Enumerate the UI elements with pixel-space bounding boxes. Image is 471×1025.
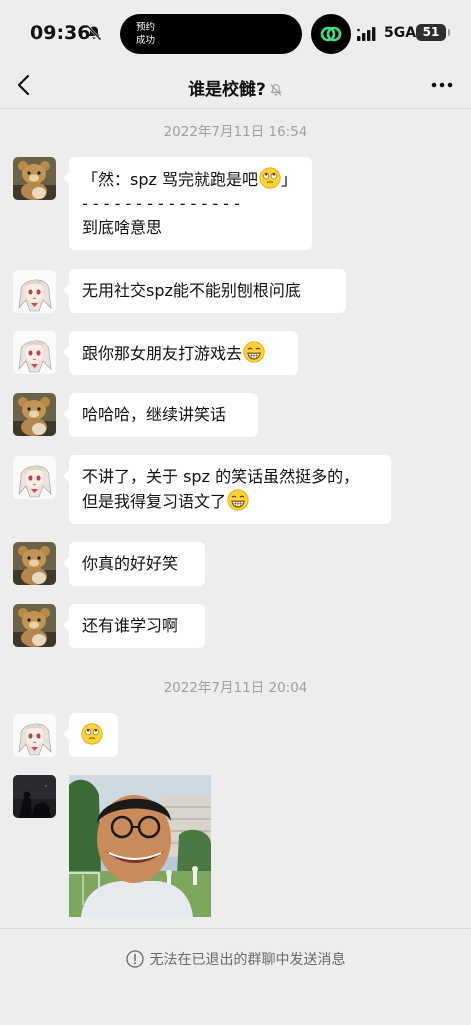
message-bubble[interactable]: 不讲了，关于 spz 的笑话虽然挺多的， 但是我得复习语文了 <box>63 455 391 524</box>
message-text: 到底啥意思 <box>82 218 163 237</box>
message-text: 还有谁学习啊 <box>82 616 179 635</box>
avatar[interactable] <box>13 542 56 585</box>
avatar[interactable] <box>13 157 56 200</box>
island-line-2: 成功 <box>136 35 156 46</box>
message-text: 但是我得复习语文了 <box>82 492 227 511</box>
avatar[interactable] <box>13 456 56 499</box>
message-text: 」 <box>280 170 297 189</box>
message-bubble[interactable]: 哈哈哈，继续讲笑话 <box>63 393 258 437</box>
dynamic-island[interactable]: 预约 成功 <box>120 14 302 54</box>
status-bar: 09:36 预约 成功 5GA 51 <box>0 0 471 64</box>
disabled-notice-text: 无法在已退出的群聊中发送消息 <box>149 952 346 968</box>
info-icon <box>125 950 144 968</box>
avatar[interactable] <box>13 714 56 757</box>
bell-off-icon <box>87 25 102 41</box>
message-bubble[interactable] <box>63 713 118 757</box>
timestamp: 2022年7月11日 16:54 <box>163 124 308 140</box>
chat-title-text: 谁是校雠? <box>188 80 266 100</box>
image-message[interactable] <box>69 775 211 917</box>
chat-title: 谁是校雠? <box>0 75 471 100</box>
message-bubble[interactable]: 无用社交spz能不能别刨根问底 <box>63 269 346 313</box>
message-text: 跟你那女朋友打游戏去 <box>82 344 243 363</box>
grin-emoji-icon <box>227 489 249 511</box>
message-text: 你真的好好笑 <box>82 554 179 573</box>
avatar[interactable] <box>13 604 56 647</box>
island-line-1: 预约 <box>136 22 156 33</box>
network-type: 5GA <box>384 25 417 41</box>
input-disabled-bar: 无法在已退出的群聊中发送消息 <box>0 928 471 1025</box>
chat-header: 谁是校雠? <box>0 64 471 109</box>
avatar[interactable] <box>13 775 56 818</box>
message-bubble[interactable]: 跟你那女朋友打游戏去 <box>63 331 298 375</box>
status-time: 09:36 <box>30 22 91 44</box>
grin-emoji-icon <box>243 341 265 363</box>
message-separator: - - - - - - - - - - - - - - - <box>82 194 240 213</box>
message-text: 「然：spz 骂完就跑是吧 <box>82 170 258 189</box>
link-icon <box>320 26 342 42</box>
battery-indicator: 51 <box>416 24 450 41</box>
message-text: 哈哈哈，继续讲笑话 <box>82 405 227 424</box>
eyeroll-emoji-icon <box>259 167 281 189</box>
island-app-icon[interactable] <box>311 14 351 54</box>
mute-icon <box>270 84 282 96</box>
more-icon[interactable] <box>430 78 454 92</box>
signal-icon <box>357 27 376 41</box>
message-bubble[interactable]: 还有谁学习啊 <box>63 604 205 648</box>
message-text: 无用社交spz能不能别刨根问底 <box>82 281 301 300</box>
disabled-notice: 无法在已退出的群聊中发送消息 <box>0 949 471 969</box>
eyeroll-emoji-icon <box>81 723 103 745</box>
avatar[interactable] <box>13 331 56 374</box>
avatar[interactable] <box>13 393 56 436</box>
avatar[interactable] <box>13 270 56 313</box>
island-notice: 预约 成功 <box>136 21 155 47</box>
timestamp: 2022年7月11日 20:04 <box>163 680 308 696</box>
message-bubble[interactable]: 「然：spz 骂完就跑是吧 」 - - - - - - - - - - - - -… <box>63 157 312 250</box>
message-bubble[interactable]: 你真的好好笑 <box>63 542 205 586</box>
message-text: 不讲了，关于 spz 的笑话虽然挺多的， <box>82 467 360 486</box>
